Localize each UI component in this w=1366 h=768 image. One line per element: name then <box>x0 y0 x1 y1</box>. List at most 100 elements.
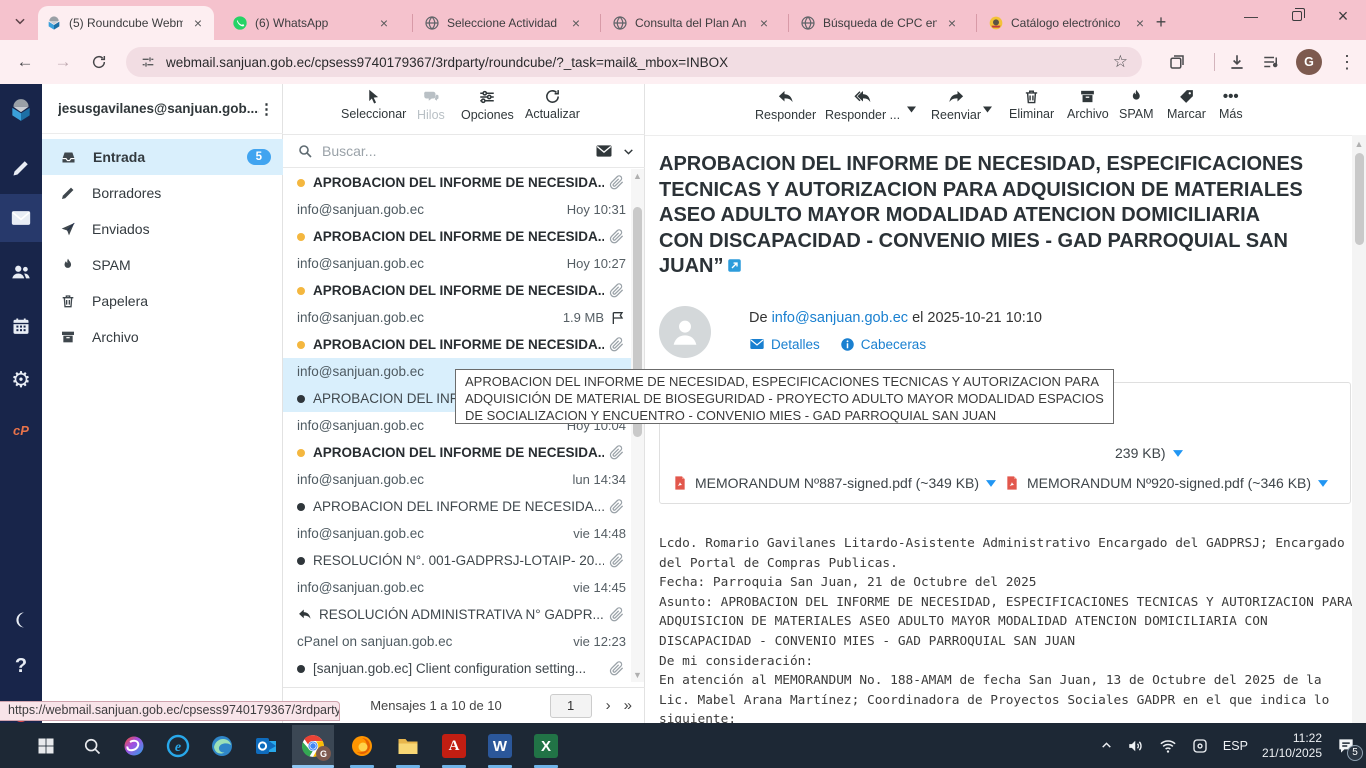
edge-icon[interactable] <box>206 730 238 762</box>
select-button[interactable]: Seleccionar <box>341 88 406 121</box>
outlook-icon[interactable] <box>250 730 282 762</box>
more-button[interactable]: •••Más <box>1219 88 1243 121</box>
cpanel-icon[interactable]: cP <box>0 410 42 450</box>
window-minimize-button[interactable]: — <box>1228 0 1274 32</box>
threads-button[interactable]: Hilos <box>417 88 445 122</box>
help-icon[interactable]: ? <box>0 646 42 686</box>
taskbar-search-icon[interactable] <box>76 730 108 762</box>
profile-avatar[interactable]: G <box>1296 49 1322 75</box>
scrollbar-up-arrow[interactable]: ▲ <box>631 169 644 183</box>
attachment-menu-caret[interactable] <box>1173 450 1183 457</box>
attachment-menu-caret[interactable] <box>1318 480 1328 487</box>
window-maximize-button[interactable] <box>1274 0 1320 32</box>
copilot-icon[interactable] <box>118 730 150 762</box>
tab-close-icon[interactable]: × <box>376 15 392 31</box>
reply-all-button[interactable]: Responder ... <box>825 88 900 122</box>
tab-search-button[interactable] <box>8 10 32 32</box>
calendar-icon[interactable] <box>0 306 42 346</box>
tab-roundcube[interactable]: (5) Roundcube Webm × <box>38 6 214 40</box>
window-close-button[interactable]: × <box>1320 0 1366 32</box>
options-button[interactable]: Opciones <box>461 88 514 122</box>
file-explorer-icon[interactable] <box>392 730 424 762</box>
list-item-sender[interactable]: cPanel on sanjuan.gob.ecvie 12:23 <box>283 628 632 655</box>
folder-entrada[interactable]: Entrada 5 <box>42 139 283 175</box>
back-button[interactable]: ← <box>12 49 38 75</box>
list-item-sender[interactable]: info@sanjuan.gob.ecvie 14:45 <box>283 574 632 601</box>
downloads-icon[interactable] <box>1226 51 1248 73</box>
list-item-sender[interactable]: info@sanjuan.gob.ecvie 14:48 <box>283 520 632 547</box>
refresh-button[interactable]: Actualizar <box>525 88 580 121</box>
folder-enviados[interactable]: Enviados <box>42 211 283 247</box>
account-menu-kebab[interactable]: ⋮ <box>259 100 273 118</box>
list-item-sender[interactable]: info@sanjuan.gob.ecHoy 10:27 <box>283 250 632 277</box>
tray-expand-chevron-icon[interactable] <box>1100 739 1113 752</box>
list-item-sender[interactable]: info@sanjuan.gob.ecHoy 10:31 <box>283 196 632 223</box>
word-icon[interactable]: W <box>484 730 516 762</box>
tab-consulta-plan[interactable]: Consulta del Plan An × <box>604 6 780 40</box>
settings-gear-icon[interactable]: ⚙ <box>0 360 42 400</box>
last-page-button[interactable]: » <box>624 697 631 714</box>
list-item-subject[interactable]: RESOLUCIÓN ADMINISTRATIVA N° GADPR... <box>283 601 632 628</box>
mark-button[interactable]: Marcar <box>1167 88 1206 121</box>
notification-center-icon[interactable]: 5 <box>1336 736 1356 756</box>
folder-borradores[interactable]: Borradores <box>42 175 283 211</box>
tab-close-icon[interactable]: × <box>190 15 206 31</box>
mail-nav-icon[interactable] <box>0 194 42 242</box>
attachment-item[interactable]: MEMORANDUM Nº887-signed.pdf (~349 KB) <box>672 475 996 491</box>
excel-icon[interactable]: X <box>530 730 562 762</box>
attachment-menu-caret[interactable] <box>986 480 996 487</box>
list-item-subject[interactable]: APROBACION DEL INFORME DE NECESIDA... <box>283 439 632 466</box>
reply-button[interactable]: Responder <box>755 88 816 122</box>
tab-organizer-icon[interactable] <box>1260 51 1282 73</box>
reload-button[interactable] <box>86 49 112 75</box>
page-number-input[interactable] <box>550 694 592 718</box>
tab-close-icon[interactable]: × <box>944 15 960 31</box>
next-page-button[interactable]: › <box>606 697 610 714</box>
folder-archivo[interactable]: Archivo <box>42 319 283 355</box>
internet-explorer-icon[interactable] <box>162 730 194 762</box>
list-item-subject[interactable]: APROBACION DEL INFORME DE NECESIDA... <box>283 169 632 196</box>
tab-seleccione-actividad[interactable]: Seleccione Actividad × <box>416 6 592 40</box>
compose-icon[interactable] <box>0 148 42 188</box>
scrollbar-thumb[interactable] <box>1355 153 1364 245</box>
account-header[interactable]: jesusgavilanes@sanjuan.gob.... ⋮ <box>42 84 283 134</box>
tab-close-icon[interactable]: × <box>1132 15 1148 31</box>
folder-papelera[interactable]: Papelera <box>42 283 283 319</box>
tab-close-icon[interactable]: × <box>756 15 772 31</box>
forward-button[interactable]: Reenviar <box>931 88 981 122</box>
spam-button[interactable]: SPAM <box>1119 88 1154 121</box>
wifi-icon[interactable] <box>1159 737 1177 755</box>
language-indicator[interactable]: ESP <box>1223 739 1248 753</box>
search-input[interactable] <box>322 143 586 159</box>
contacts-icon[interactable] <box>0 252 42 292</box>
browser-menu-kebab[interactable]: ⋮ <box>1336 51 1358 73</box>
delete-button[interactable]: Eliminar <box>1009 88 1054 121</box>
list-item-subject[interactable]: APROBACION DEL INFORME DE NECESIDA... <box>283 331 632 358</box>
headers-link[interactable]: Cabeceras <box>840 337 926 352</box>
archive-button[interactable]: Archivo <box>1067 88 1109 121</box>
search-scope-mail-icon[interactable] <box>595 142 613 160</box>
scrollbar-up-arrow[interactable]: ▲ <box>1352 137 1366 151</box>
open-external-icon[interactable] <box>727 258 742 273</box>
address-bar[interactable]: webmail.sanjuan.gob.ec/cpsess9740179367/… <box>126 47 1142 77</box>
chrome-icon-active[interactable]: G <box>292 725 334 766</box>
list-item-sender[interactable]: info@sanjuan.gob.ec1.9 MB <box>283 304 632 331</box>
tab-busqueda-cpc[interactable]: Búsqueda de CPC en × <box>792 6 968 40</box>
firefox-icon[interactable] <box>346 730 378 762</box>
taskbar-clock[interactable]: 11:22 21/10/2025 <box>1262 731 1322 761</box>
list-item-sender[interactable]: info@sanjuan.gob.eclun 14:34 <box>283 466 632 493</box>
tab-close-icon[interactable]: × <box>568 15 584 31</box>
volume-icon[interactable] <box>1127 737 1145 755</box>
reading-pane-scrollbar[interactable]: ▲ ▼ <box>1352 135 1366 723</box>
side-panel-icon[interactable] <box>1166 51 1188 73</box>
tab-catalogo-electronico[interactable]: Catálogo electrónico × <box>980 6 1156 40</box>
attachment-item[interactable]: MEMORANDUM Nº920-signed.pdf (~346 KB) <box>1004 475 1328 491</box>
list-scrollbar[interactable]: ▲ ▼ <box>631 169 644 682</box>
new-tab-button[interactable]: + <box>1150 12 1172 34</box>
folder-spam[interactable]: SPAM <box>42 247 283 283</box>
list-item-subject[interactable]: APROBACION DEL INFORME DE NECESIDA... <box>283 277 632 304</box>
list-item-subject[interactable]: APROBACION DEL INFORME DE NECESIDA... <box>283 223 632 250</box>
forward-dropdown-caret[interactable] <box>983 106 992 113</box>
bookmark-star-icon[interactable]: ☆ <box>1113 52 1128 72</box>
acrobat-icon[interactable]: A <box>438 730 470 762</box>
